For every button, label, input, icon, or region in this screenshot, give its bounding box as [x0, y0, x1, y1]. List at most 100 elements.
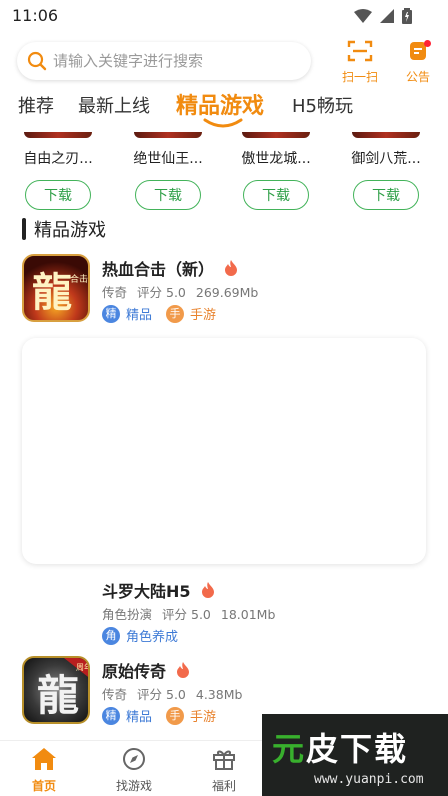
featured-name: 御剑八荒...: [351, 151, 421, 167]
tag-badge: 手: [166, 304, 185, 323]
tag-text: 角色养成: [126, 630, 179, 645]
download-button[interactable]: 下载: [243, 180, 309, 210]
watermark-char-rest: 下载: [340, 730, 409, 768]
watermark-char-green: 元: [272, 730, 307, 768]
scan-label: 扫一扫: [341, 70, 378, 84]
download-button[interactable]: 下载: [353, 180, 419, 210]
search-icon: [27, 51, 47, 75]
game-meta: 角色扮演 评分 5.0 18.01Mb: [102, 604, 285, 623]
nav-benefits[interactable]: 福利: [184, 747, 264, 794]
game-title-row: 热血合击（新）: [102, 256, 238, 280]
game-title-row: 斗罗大陆H5: [102, 578, 215, 602]
game-tags: 精精品 手手游: [102, 304, 216, 323]
game-icon[interactable]: 龍 合击: [22, 254, 90, 322]
tab-h5-games[interactable]: H5畅玩: [292, 92, 353, 118]
nav-find-games-label: 找游戏: [115, 779, 152, 793]
featured-name: 傲世龙城...: [241, 151, 311, 167]
scan-button[interactable]: 扫一扫: [335, 40, 385, 84]
game-title: 斗罗大陆H5: [102, 582, 191, 601]
game-rating: 评分 5.0: [137, 687, 186, 702]
featured-thumb[interactable]: [242, 132, 310, 138]
section-header: 精品游戏: [22, 216, 106, 242]
game-tags: 角角色养成: [102, 626, 178, 645]
game-list-item[interactable]: 龍 合击 热血合击（新） 传奇 评分 5.0 269.69Mb 精精品 手手游: [0, 254, 448, 328]
compass-icon: [123, 748, 145, 770]
game-size: 4.38Mb: [195, 687, 243, 702]
tag-badge: 角: [102, 626, 120, 645]
featured-name: 自由之刃...: [23, 151, 93, 167]
notice-button[interactable]: 公告: [393, 40, 443, 84]
tag-badge: 精: [102, 304, 120, 323]
watermark-logo: 元皮下载: [272, 724, 408, 770]
hot-flame-icon: [177, 662, 190, 678]
top-header: 扫一扫 公告 推荐 最新上线 精品游戏 H5畅玩: [0, 32, 448, 132]
signal-icon: [380, 9, 394, 23]
watermark-char-white: 皮: [306, 730, 341, 768]
tag-badge: 手: [166, 706, 185, 725]
status-time: 11:06: [12, 6, 59, 25]
game-title: 原始传奇: [102, 662, 167, 681]
hot-flame-icon: [225, 260, 238, 276]
game-icon-subtext: 合击: [70, 273, 88, 285]
wifi-icon: [354, 9, 372, 23]
game-genre: 传奇: [102, 285, 128, 300]
tag-text: 手游: [190, 710, 217, 725]
featured-item[interactable]: 御剑八荒... 下载: [338, 132, 434, 210]
tag-text: 精品: [126, 308, 153, 323]
main-content[interactable]: 自由之刃... 下载 绝世仙王... 下载 傲世龙城... 下载 御剑八荒...…: [0, 132, 448, 740]
game-rating: 评分 5.0: [162, 607, 211, 622]
game-genre: 角色扮演: [102, 607, 153, 622]
featured-item[interactable]: 绝世仙王... 下载: [120, 132, 216, 210]
featured-item[interactable]: 自由之刃... 下载: [10, 132, 106, 210]
nav-home[interactable]: 首页: [4, 747, 84, 794]
featured-strip[interactable]: 自由之刃... 下载 绝世仙王... 下载 傲世龙城... 下载 御剑八荒...…: [0, 132, 448, 212]
game-tag[interactable]: 精精品: [102, 304, 152, 323]
nav-find-games[interactable]: 找游戏: [94, 747, 174, 794]
game-rating: 评分 5.0: [137, 285, 186, 300]
banner-card[interactable]: [22, 338, 426, 564]
tag-badge: 精: [102, 706, 120, 725]
status-bar: 11:06: [0, 0, 448, 32]
nav-home-label: 首页: [31, 779, 56, 793]
nav-benefits-label: 福利: [211, 779, 236, 793]
game-tag[interactable]: 手手游: [166, 304, 216, 323]
system-icons: [354, 8, 412, 24]
game-size: 269.69Mb: [195, 285, 259, 300]
download-button[interactable]: 下载: [25, 180, 91, 210]
section-title: 精品游戏: [34, 220, 106, 241]
notice-label: 公告: [405, 70, 430, 84]
game-meta: 传奇 评分 5.0 4.38Mb: [102, 684, 252, 703]
gift-icon: [213, 750, 235, 770]
game-icon-char: 龍: [37, 671, 79, 720]
tab-premium-games[interactable]: 精品游戏: [176, 88, 265, 128]
featured-thumb[interactable]: [134, 132, 202, 138]
game-tags: 精精品 手手游: [102, 706, 216, 725]
tab-premium-games-label: 精品游戏: [176, 94, 265, 119]
game-tag[interactable]: 精精品: [102, 706, 152, 725]
search-bar[interactable]: [17, 42, 311, 80]
battery-icon: [402, 8, 412, 24]
game-icon-char: 龍: [32, 269, 72, 316]
featured-thumb[interactable]: [24, 132, 92, 138]
tab-new-releases[interactable]: 最新上线: [78, 92, 150, 118]
notice-badge: [424, 40, 431, 47]
search-input[interactable]: [53, 46, 303, 76]
featured-name: 绝世仙王...: [133, 151, 203, 167]
download-button[interactable]: 下载: [135, 180, 201, 210]
tab-recommend[interactable]: 推荐: [18, 92, 54, 118]
game-meta: 传奇 评分 5.0 269.69Mb: [102, 282, 268, 301]
game-tag[interactable]: 角角色养成: [102, 626, 178, 645]
featured-thumb[interactable]: [352, 132, 420, 138]
featured-item[interactable]: 傲世龙城... 下载: [228, 132, 324, 210]
home-icon: [32, 748, 56, 770]
game-list-item[interactable]: 斗罗大陆H5 角色扮演 评分 5.0 18.01Mb 角角色养成: [0, 576, 448, 650]
game-genre: 传奇: [102, 687, 128, 702]
section-header-bar: [22, 218, 26, 240]
game-icon[interactable]: 周年 龍: [22, 656, 90, 724]
game-size: 18.01Mb: [220, 607, 276, 622]
watermark-url: www.yuanpi.com: [314, 772, 424, 787]
tag-text: 手游: [190, 308, 217, 323]
site-watermark: 元皮下载 www.yuanpi.com: [262, 714, 448, 796]
game-title: 热血合击（新）: [102, 260, 215, 279]
game-tag[interactable]: 手手游: [166, 706, 216, 725]
